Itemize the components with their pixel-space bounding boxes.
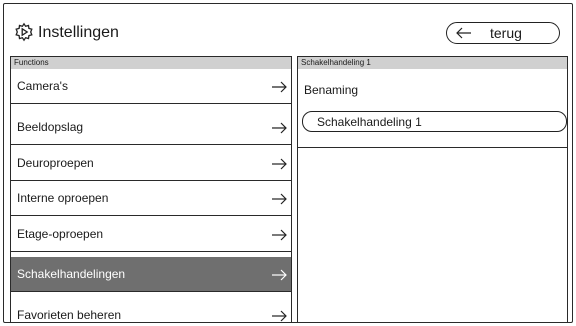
arrow-left-icon [456, 27, 471, 39]
menu-item-label: Interne oproepen [17, 191, 109, 205]
window-title: Instellingen [38, 24, 119, 41]
back-button[interactable]: terug [446, 22, 560, 44]
menu-item-etage-oproepen[interactable]: Etage-oproepen [11, 217, 291, 252]
divider [298, 147, 567, 148]
menu-item-label: Beeldopslag [17, 120, 84, 134]
back-button-label: terug [490, 25, 522, 41]
arrow-right-icon [272, 193, 287, 205]
settings-gear-icon [15, 22, 33, 42]
name-field-label: Benaming [304, 83, 359, 97]
arrow-right-icon [272, 269, 287, 281]
arrow-right-icon [272, 229, 287, 241]
menu-item-label: Schakelhandelingen [17, 267, 126, 281]
title-bar: Instellingen terug [4, 4, 572, 54]
arrow-right-icon [272, 122, 287, 134]
settings-window: Instellingen terug Functions Camera's Be… [3, 3, 573, 323]
menu-item-interne-oproepen[interactable]: Interne oproepen [11, 181, 291, 216]
detail-header: Schakelhandeling 1 [298, 57, 567, 69]
menu-item-schakelhandelingen[interactable]: Schakelhandelingen [11, 257, 291, 292]
menu-item-beeldopslag[interactable]: Beeldopslag [11, 110, 291, 145]
name-input[interactable] [302, 111, 567, 132]
menu-item-label: Camera's [17, 79, 68, 93]
menu-item-cameras[interactable]: Camera's [11, 69, 291, 104]
arrow-right-icon [272, 81, 287, 93]
arrow-right-icon [272, 158, 287, 170]
menu-item-label: Etage-oproepen [17, 227, 104, 241]
menu-item-deuroproepen[interactable]: Deuroproepen [11, 146, 291, 181]
menu-item-label: Favorieten beheren [17, 308, 122, 322]
menu-item-label: Deuroproepen [17, 156, 94, 170]
functions-header: Functions [11, 57, 291, 69]
arrow-right-icon [272, 310, 287, 322]
menu-item-favorieten-beheren[interactable]: Favorieten beheren [11, 298, 291, 322]
functions-list: Functions Camera's Beeldopslag Deuroproe… [10, 56, 292, 322]
detail-panel: Schakelhandeling 1 Benaming [297, 56, 568, 322]
